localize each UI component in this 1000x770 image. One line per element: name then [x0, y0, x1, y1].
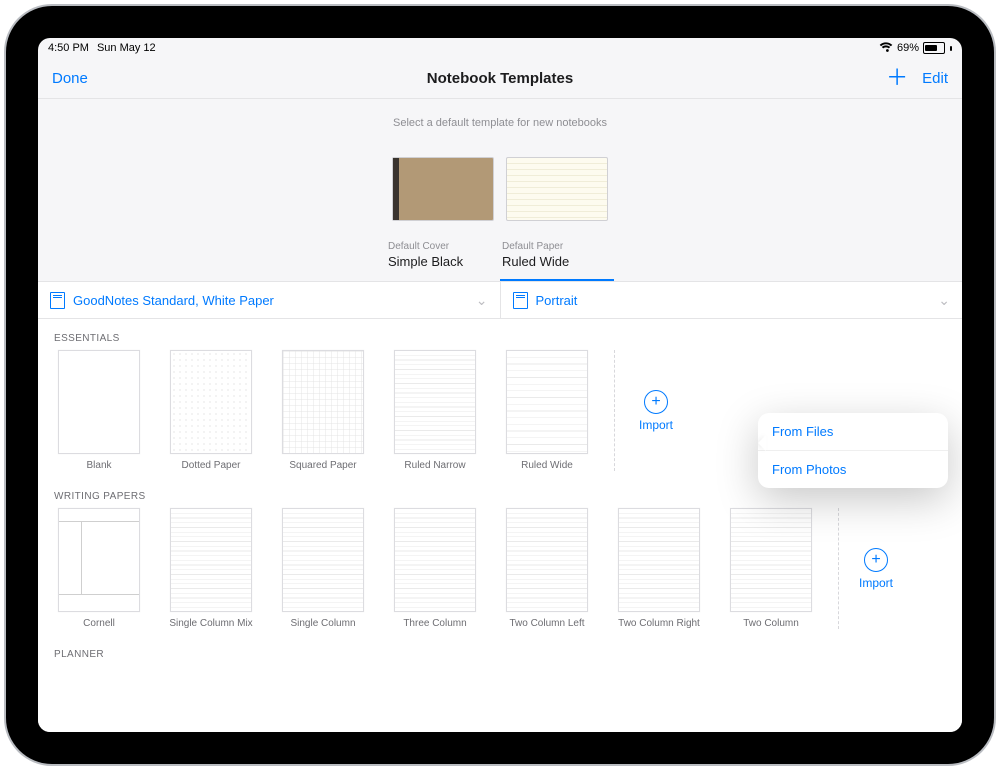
document-icon [513, 292, 528, 309]
default-paper-value: Ruled Wide [502, 254, 612, 269]
import-label: Import [859, 576, 893, 590]
template-two-column-right[interactable]: Two Column Right [612, 508, 706, 629]
plus-circle-icon: + [644, 390, 668, 414]
template-two-column-left[interactable]: Two Column Left [500, 508, 594, 629]
template-single-column[interactable]: Single Column [276, 508, 370, 629]
chevron-down-icon: ⌄ [476, 292, 488, 309]
section-planner: PLANNER [38, 635, 962, 672]
page-title: Notebook Templates [38, 70, 962, 87]
template-three-column[interactable]: Three Column [388, 508, 482, 629]
template-label: Two Column Left [509, 618, 584, 629]
paper-style-dropdown[interactable]: GoodNotes Standard, White Paper ⌄ [38, 282, 500, 318]
template-label: Dotted Paper [182, 460, 241, 471]
import-popover: From Files From Photos [758, 413, 948, 488]
template-label: Three Column [403, 618, 466, 629]
tab-default-paper[interactable]: Default Paper Ruled Wide [500, 241, 614, 281]
popover-from-files[interactable]: From Files [758, 413, 948, 450]
template-thumbnail [170, 508, 252, 612]
default-cover-thumbnail[interactable] [392, 157, 494, 221]
ipad-frame: 4:50 PM Sun May 12 69% Done Notebook Tem… [6, 6, 994, 764]
template-label: Two Column Right [618, 618, 700, 629]
template-label: Single Column Mix [169, 618, 252, 629]
status-bar: 4:50 PM Sun May 12 69% [38, 38, 962, 58]
template-thumbnail [730, 508, 812, 612]
filter-row: GoodNotes Standard, White Paper ⌄ Portra… [38, 282, 962, 319]
status-time: 4:50 PM [48, 42, 89, 54]
template-thumbnail [282, 350, 364, 454]
template-blank[interactable]: Blank [52, 350, 146, 471]
divider [838, 508, 839, 629]
template-cornell[interactable]: Cornell [52, 508, 146, 629]
done-button[interactable]: Done [52, 70, 88, 87]
divider [614, 350, 615, 471]
template-label: Ruled Narrow [404, 460, 465, 471]
default-paper-label: Default Paper [502, 241, 612, 252]
template-label: Single Column [290, 618, 355, 629]
template-thumbnail [506, 350, 588, 454]
template-thumbnail [170, 350, 252, 454]
default-template-section: Select a default template for new notebo… [38, 99, 962, 282]
import-button[interactable]: + Import [859, 548, 893, 590]
status-date: Sun May 12 [97, 42, 156, 54]
screen: 4:50 PM Sun May 12 69% Done Notebook Tem… [38, 38, 962, 732]
default-cover-label: Default Cover [388, 241, 498, 252]
chevron-down-icon: ⌄ [938, 292, 950, 309]
tab-default-cover[interactable]: Default Cover Simple Black [386, 241, 500, 281]
popover-from-photos[interactable]: From Photos [758, 450, 948, 488]
import-button[interactable]: + Import [639, 390, 673, 432]
template-label: Two Column [743, 618, 799, 629]
template-thumbnail [618, 508, 700, 612]
hint-text: Select a default template for new notebo… [393, 117, 607, 129]
edit-button[interactable]: Edit [922, 70, 948, 87]
template-ruled-wide[interactable]: Ruled Wide [500, 350, 594, 471]
template-thumbnail [282, 508, 364, 612]
import-label: Import [639, 418, 673, 432]
template-squared-paper[interactable]: Squared Paper [276, 350, 370, 471]
template-label: Squared Paper [289, 460, 356, 471]
template-thumbnail [394, 508, 476, 612]
section-header: WRITING PAPERS [54, 491, 948, 502]
plus-circle-icon: + [864, 548, 888, 572]
paper-style-value: GoodNotes Standard, White Paper [73, 293, 274, 308]
plus-icon[interactable]: ＋ [886, 67, 908, 89]
template-label: Blank [86, 460, 111, 471]
section-header: ESSENTIALS [54, 333, 948, 344]
battery-icon [923, 42, 945, 54]
template-two-column[interactable]: Two Column [724, 508, 818, 629]
template-thumbnail [58, 508, 140, 612]
template-ruled-narrow[interactable]: Ruled Narrow [388, 350, 482, 471]
template-label: Ruled Wide [521, 460, 573, 471]
battery-pct: 69% [897, 42, 919, 54]
default-cover-value: Simple Black [388, 254, 498, 269]
template-thumbnail [394, 350, 476, 454]
orientation-dropdown[interactable]: Portrait ⌄ [500, 282, 963, 318]
template-label: Cornell [83, 618, 115, 629]
section-writing-papers: WRITING PAPERS Cornell Single Column Mix… [38, 477, 962, 635]
template-single-column-mix[interactable]: Single Column Mix [164, 508, 258, 629]
template-dotted-paper[interactable]: Dotted Paper [164, 350, 258, 471]
section-header: PLANNER [54, 649, 948, 660]
wifi-icon [879, 42, 893, 55]
document-icon [50, 292, 65, 309]
template-thumbnail [506, 508, 588, 612]
nav-bar: Done Notebook Templates ＋ Edit [38, 58, 962, 99]
default-paper-thumbnail[interactable] [506, 157, 608, 221]
template-thumbnail [58, 350, 140, 454]
orientation-value: Portrait [536, 293, 578, 308]
